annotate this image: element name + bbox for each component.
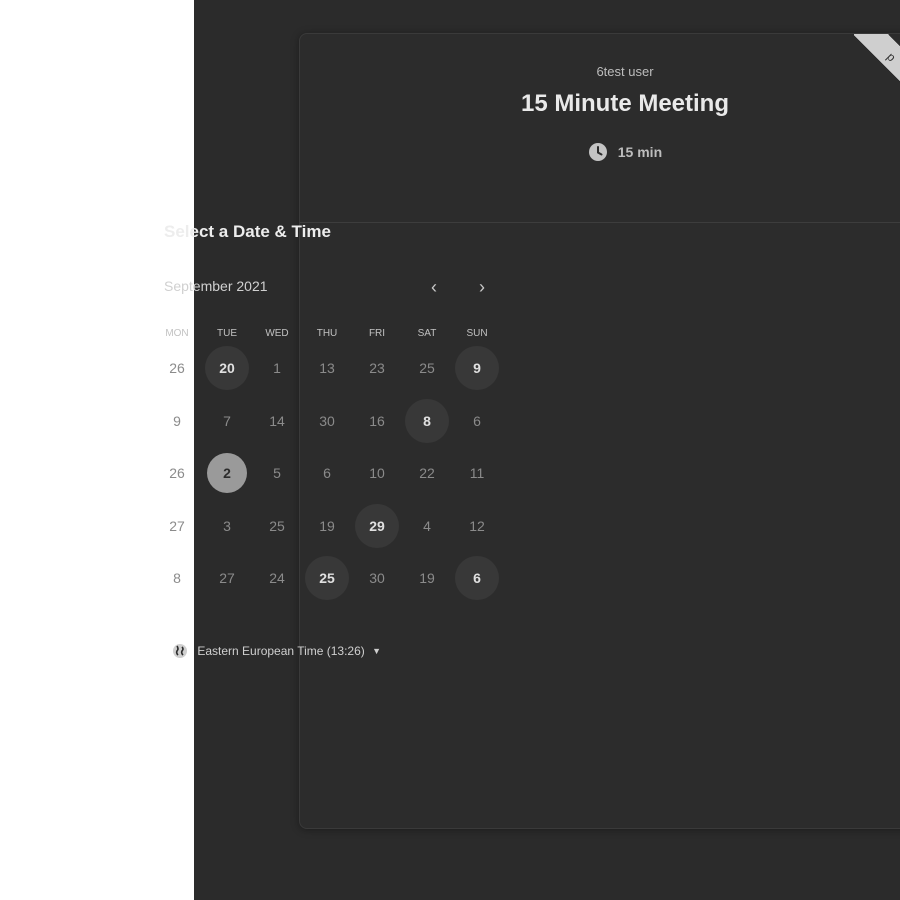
calendar-day: 16 <box>369 412 385 429</box>
event-header: 6test user 15 Minute Meeting 15 min <box>300 34 900 223</box>
calendar-day: 14 <box>269 412 285 429</box>
month-label: September 2021 <box>164 278 268 294</box>
weekday-label: SAT <box>417 328 437 339</box>
calendar-day: 9 <box>173 412 181 429</box>
calendar-day-available[interactable]: 25 <box>305 556 349 600</box>
calendar-day: 10 <box>369 465 385 481</box>
chevron-right-icon: › <box>479 277 485 297</box>
weekday-header: MON TUE WED THU FRI SAT SUN <box>152 328 502 344</box>
calendar-day: 26 <box>169 465 185 481</box>
calendar-day-available[interactable]: 8 <box>405 398 449 443</box>
calendar-day: 6 <box>323 465 331 481</box>
calendar-day: 19 <box>319 517 335 534</box>
caret-down-icon: ▼ <box>372 646 382 656</box>
next-month-button[interactable]: › <box>470 276 494 300</box>
calendar-day: 25 <box>419 360 435 376</box>
owner-name: 6test user <box>596 64 654 79</box>
calendar-day: 1 <box>273 360 281 376</box>
calendar-day-selected[interactable]: 2 <box>207 453 247 493</box>
calendar-day: 13 <box>319 360 335 376</box>
calendar-day: 7 <box>223 412 231 429</box>
timezone-selector[interactable]: Eastern European Time (13:26) ▼ <box>172 643 381 663</box>
weekday-label: THU <box>316 328 338 339</box>
clock-icon <box>588 143 607 161</box>
globe-icon <box>173 644 187 658</box>
calendar-day-available[interactable]: 29 <box>355 503 399 548</box>
calendar-day: 12 <box>469 517 485 534</box>
weekday-label: MON <box>165 328 189 339</box>
duration-label: 15 min <box>617 144 663 160</box>
calendar-day: 27 <box>219 570 235 586</box>
weekday-label: TUE <box>217 328 237 339</box>
event-title: 15 Minute Meeting <box>520 90 730 117</box>
calendar-day: 5 <box>273 465 281 481</box>
calendar-day: 11 <box>469 465 485 481</box>
calendar-day: 23 <box>369 360 385 376</box>
weekday-label: FRI <box>368 328 386 339</box>
picker-title: Select a Date & Time <box>164 222 331 241</box>
calendar-day: 4 <box>423 517 431 534</box>
calendar-day: 24 <box>269 570 285 586</box>
calendar-grid: 26 20 1 13 23 25 9 9 7 14 30 16 8 6 26 2 5 6 10 22 11 27 3 25 19… <box>152 346 502 608</box>
month-navigation: September 2021 ‹ › <box>164 276 494 300</box>
calendar-day-available[interactable]: 9 <box>455 346 499 390</box>
previous-month-button[interactable]: ‹ <box>422 276 446 300</box>
event-duration: 15 min <box>300 142 900 162</box>
calendar-day: 19 <box>419 570 435 586</box>
calendar-day: 25 <box>269 517 285 534</box>
calendar-day: 30 <box>319 412 335 429</box>
weekday-label: WED <box>265 328 289 339</box>
timezone-label: Eastern European Time (13:26) <box>197 644 365 658</box>
weekday-label: SUN <box>466 328 488 339</box>
calendar-day: 6 <box>473 412 481 429</box>
chevron-left-icon: ‹ <box>431 277 437 297</box>
calendar-day: 22 <box>419 465 435 481</box>
calendar-day: 27 <box>169 517 185 534</box>
calendar-day-available[interactable]: 6 <box>455 556 499 600</box>
calendar-day: 8 <box>173 570 181 586</box>
calendar-day: 3 <box>223 517 231 534</box>
calendar-day: 30 <box>369 570 385 586</box>
calendar-day: 26 <box>169 360 185 376</box>
calendar-day-available[interactable]: 20 <box>205 346 249 390</box>
